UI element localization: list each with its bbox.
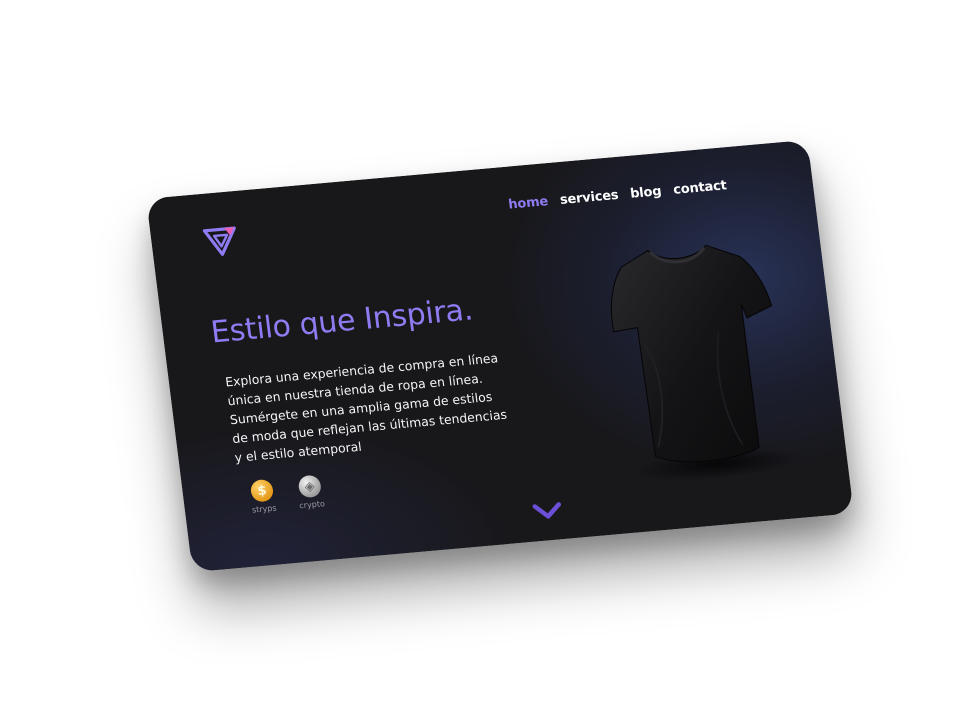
nav-services[interactable]: services [559,188,619,208]
main-nav: home services blog contact [508,178,728,212]
payment-methods: $ stryps ◈ crypto [244,474,330,515]
payment-stryps[interactable]: $ stryps [244,478,282,515]
payment-label: stryps [251,503,278,515]
payment-label: crypto [298,499,326,511]
brand-logo[interactable] [202,225,240,258]
payment-crypto[interactable]: ◈ crypto [291,474,329,511]
crypto-coin-icon: ◈ [297,474,323,499]
mockup-stage: home services blog contact Estilo que In… [0,0,960,720]
nav-blog[interactable]: blog [629,184,662,202]
nav-contact[interactable]: contact [672,178,727,198]
dollar-coin-icon: $ [249,478,275,503]
hero-description: Explora una experiencia de compra en lín… [224,350,508,465]
tshirt-image [610,244,773,463]
nav-home[interactable]: home [508,194,549,212]
chevron-down-icon[interactable] [532,501,564,522]
website-card: home services blog contact Estilo que In… [146,139,854,573]
hero-title: Estilo que Inspira. [208,292,475,351]
